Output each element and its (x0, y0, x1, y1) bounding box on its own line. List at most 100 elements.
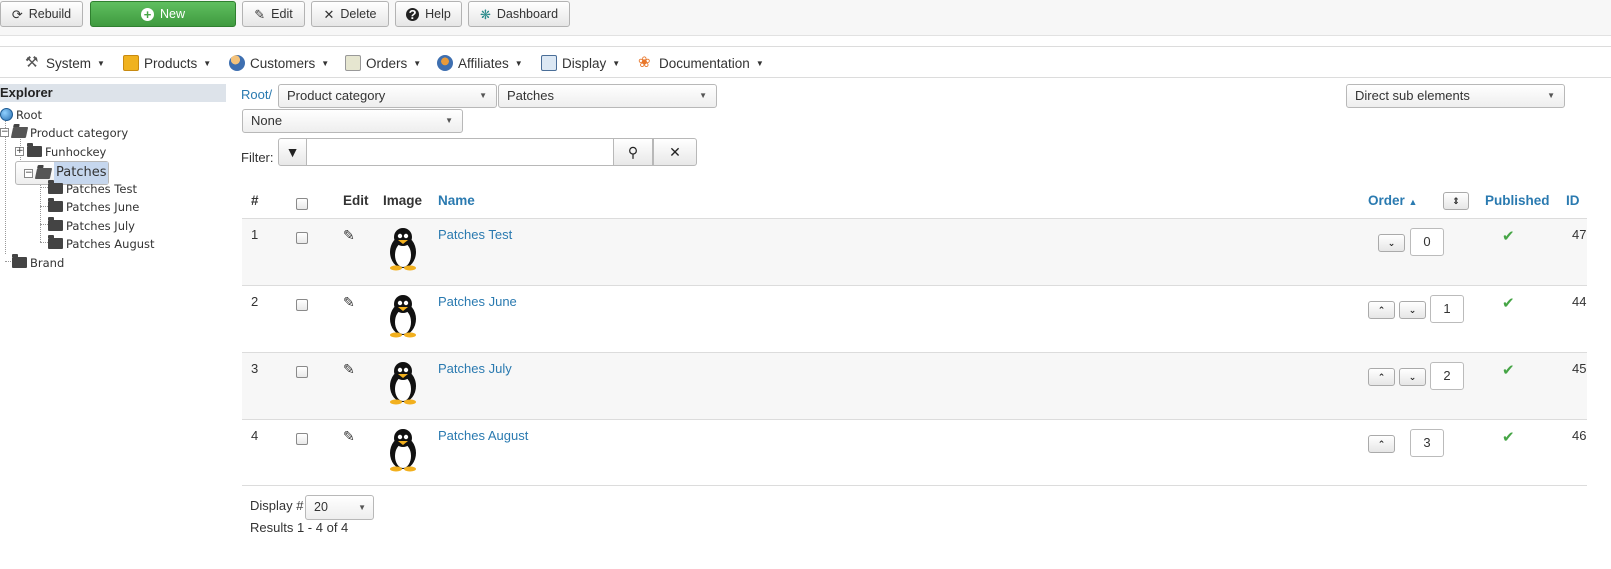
published-check-icon[interactable]: ✔ (1502, 428, 1515, 446)
row-checkbox[interactable] (296, 366, 308, 381)
move-up-button[interactable]: ⌃ (1368, 435, 1395, 453)
row-checkbox[interactable] (296, 232, 308, 247)
move-down-button[interactable]: ⌄ (1378, 234, 1405, 252)
caret-down-icon: ▼ (612, 58, 621, 68)
save-order-button[interactable]: ⇕ (1443, 192, 1469, 210)
caret-down-icon: ▼ (755, 58, 764, 68)
penguin-thumbnail (390, 429, 416, 472)
scope-select[interactable]: Direct sub elements ▼ (1346, 84, 1565, 108)
sort-asc-icon: ▲ (1408, 197, 1418, 207)
globe-icon (0, 108, 13, 121)
move-down-button[interactable]: ⌄ (1399, 301, 1426, 319)
col-order-sort-link[interactable]: Order ▲ (1368, 190, 1417, 213)
tools-icon: ⚒ (25, 54, 39, 71)
menu-products[interactable]: Products ▼ (123, 52, 211, 74)
dashboard-button[interactable]: ❋ Dashboard (468, 1, 570, 27)
menu-affiliates[interactable]: Affiliates ▼ (437, 52, 523, 74)
caret-down-icon: ▼ (445, 116, 453, 125)
table-row: 3 ✎ Patches July ⌃ ⌄ 2 ✔ 45 (242, 352, 1587, 419)
caret-down-icon: ▼ (413, 58, 422, 68)
question-icon: ? (406, 7, 420, 21)
row-id: 45 (1572, 361, 1587, 376)
row-name-link[interactable]: Patches Test (438, 227, 512, 242)
expand-icon[interactable]: + (15, 147, 24, 156)
filter-funnel-button[interactable]: ▼ (278, 138, 307, 166)
order-input[interactable]: 3 (1410, 429, 1444, 457)
pencil-icon[interactable]: ✎ (343, 294, 355, 311)
tree-line (40, 187, 48, 188)
published-check-icon[interactable]: ✔ (1502, 227, 1515, 245)
search-icon: ⚲ (627, 143, 639, 160)
new-button[interactable]: + New (90, 1, 236, 27)
order-input[interactable]: 2 (1430, 362, 1464, 390)
toolbar: ⟳ Rebuild + New ✎ Edit ✕ Delete ? Help ❋… (0, 0, 1611, 36)
pencil-icon[interactable]: ✎ (343, 361, 355, 378)
select-all-checkbox[interactable] (296, 195, 308, 217)
folder-icon (48, 180, 63, 194)
folder-open-icon (10, 127, 29, 138)
delete-button[interactable]: ✕ Delete (311, 1, 389, 27)
tree-node-patches-july[interactable]: Patches July (48, 217, 135, 234)
tree-node-brand[interactable]: Brand (12, 254, 64, 271)
tree-node-root[interactable]: Root (0, 106, 42, 123)
published-check-icon[interactable]: ✔ (1502, 361, 1515, 379)
filter-label: Filter: (241, 150, 274, 165)
main-menu: ⚒ System ▼ Products ▼ Customers ▼ Orders ▼ A… (0, 46, 1611, 78)
order-input[interactable]: 0 (1410, 228, 1444, 256)
breadcrumb-root-link[interactable]: Root/ (241, 87, 272, 102)
published-check-icon[interactable]: ✔ (1502, 294, 1515, 312)
lifebuoy-icon: ❀ (638, 54, 651, 71)
pencil-icon[interactable]: ✎ (343, 227, 355, 244)
search-button[interactable]: ⚲ (613, 138, 653, 166)
menu-orders[interactable]: Orders ▼ (345, 52, 421, 74)
row-id: 46 (1572, 428, 1587, 443)
penguin-thumbnail (390, 228, 416, 271)
display-count-label: Display # (250, 498, 304, 513)
caret-down-icon: ▼ (699, 91, 707, 100)
row-checkbox[interactable] (296, 299, 308, 314)
help-button[interactable]: ? Help (395, 1, 462, 27)
col-edit: Edit (343, 193, 369, 208)
clear-filter-button[interactable]: ✕ (653, 138, 697, 166)
affiliates-icon (437, 55, 453, 71)
rebuild-button[interactable]: ⟳ Rebuild (0, 1, 83, 27)
display-count-select[interactable]: 20 ▼ (305, 495, 374, 520)
col-published-sort-link[interactable]: Published (1485, 190, 1550, 212)
filter-input[interactable] (307, 138, 613, 166)
rebuild-icon: ⟳ (11, 6, 23, 22)
subcategory-select[interactable]: Patches ▼ (498, 84, 717, 108)
folder-icon (48, 198, 63, 212)
tree-node-funhockey[interactable]: + Funhockey (15, 143, 106, 160)
tree-node-patches-test[interactable]: Patches Test (48, 180, 137, 197)
customers-icon (229, 55, 245, 71)
results-count: Results 1 - 4 of 4 (250, 520, 349, 535)
row-name-link[interactable]: Patches June (438, 294, 517, 309)
plus-circle-icon: + (140, 7, 154, 21)
col-id-sort-link[interactable]: ID (1566, 190, 1580, 212)
tree-node-patches-june[interactable]: Patches June (48, 198, 139, 215)
menu-customers[interactable]: Customers ▼ (229, 52, 329, 74)
caret-down-icon: ▼ (514, 58, 523, 68)
pencil-icon[interactable]: ✎ (343, 428, 355, 445)
row-checkbox[interactable] (296, 433, 308, 448)
menu-system[interactable]: ⚒ System ▼ (25, 52, 105, 74)
order-input[interactable]: 1 (1430, 295, 1464, 323)
row-name-link[interactable]: Patches July (438, 361, 512, 376)
collapse-icon[interactable]: − (0, 128, 9, 137)
table-header: # Edit Image Name Order ▲ ⇕ Published ID (242, 190, 1587, 218)
category-select[interactable]: Product category ▼ (278, 84, 497, 108)
row-name-link[interactable]: Patches August (438, 428, 528, 443)
collapse-icon[interactable]: − (24, 168, 33, 178)
none-select[interactable]: None ▼ (242, 109, 463, 133)
tree-node-patches-august[interactable]: Patches August (48, 235, 155, 252)
move-up-button[interactable]: ⌃ (1368, 301, 1395, 319)
menu-display[interactable]: Display ▼ (541, 52, 620, 74)
tree-node-product-category[interactable]: − Product category (0, 124, 128, 141)
col-name-sort-link[interactable]: Name (438, 190, 475, 212)
move-down-button[interactable]: ⌄ (1399, 368, 1426, 386)
explorer-title: Explorer (0, 84, 226, 102)
menu-documentation[interactable]: ❀ Documentation ▼ (638, 52, 764, 74)
move-up-button[interactable]: ⌃ (1368, 368, 1395, 386)
dashboard-icon: ❋ (479, 6, 491, 22)
edit-button[interactable]: ✎ Edit (242, 1, 305, 27)
